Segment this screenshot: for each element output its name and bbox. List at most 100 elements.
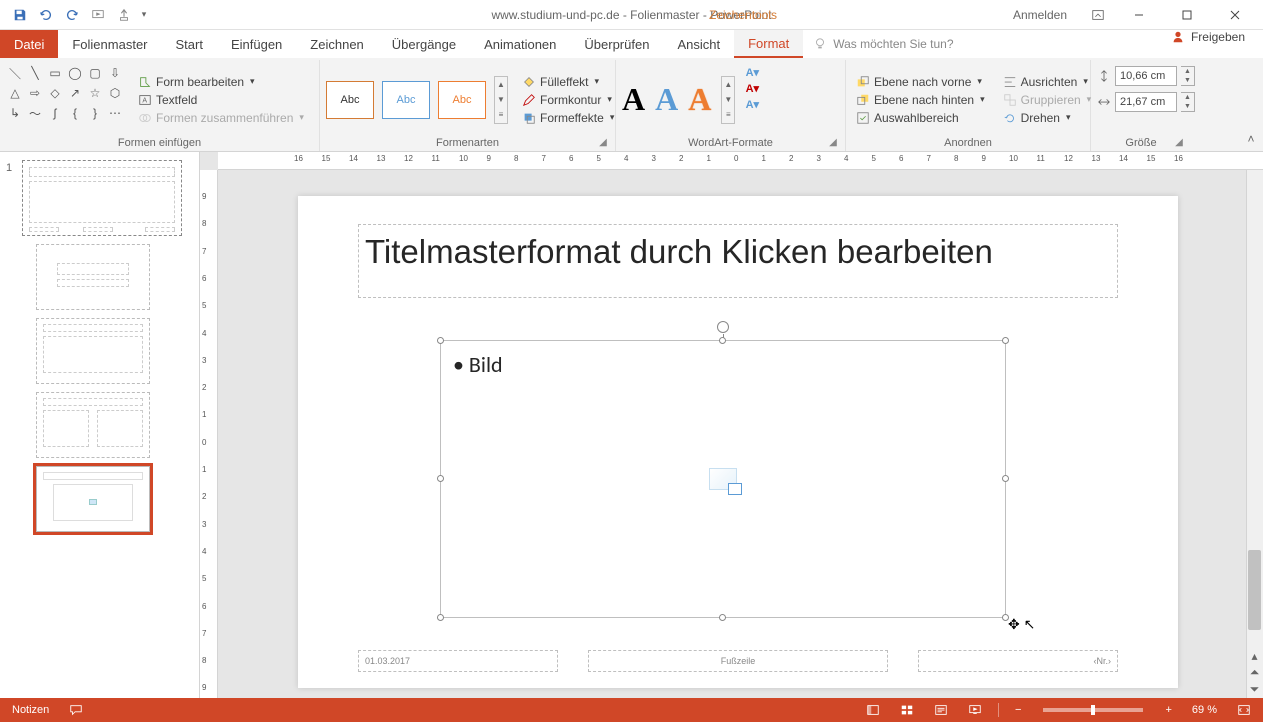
thumbnail-panel[interactable]: 1: [0, 152, 200, 698]
fit-to-window-button[interactable]: [1233, 698, 1255, 722]
date-placeholder[interactable]: 01.03.2017: [358, 650, 558, 672]
textbox-button[interactable]: A Textfeld: [134, 92, 308, 108]
layout-thumbnail-1[interactable]: [36, 244, 150, 310]
prev-slide-button[interactable]: ▴: [1246, 647, 1263, 664]
normal-view-button[interactable]: [862, 698, 884, 722]
text-fill-button[interactable]: A▾: [743, 64, 761, 80]
height-input[interactable]: 10,66 cm: [1115, 66, 1177, 86]
tab-animationen[interactable]: Animationen: [470, 30, 570, 58]
shape-connector-icon[interactable]: ↳: [6, 104, 24, 122]
shape-style-2[interactable]: Abc: [382, 81, 430, 119]
align-button[interactable]: Ausrichten▾: [999, 74, 1096, 90]
layout-thumbnail-4-selected[interactable]: [36, 466, 150, 532]
tab-einfuegen[interactable]: Einfügen: [217, 30, 296, 58]
send-backward-button[interactable]: Ebene nach hinten▾: [852, 92, 989, 108]
shape-diamond-icon[interactable]: ◇: [46, 84, 64, 102]
tab-start[interactable]: Start: [162, 30, 217, 58]
slideshow-view-button[interactable]: [964, 698, 986, 722]
shape-more-icon[interactable]: ⋯: [106, 104, 124, 122]
size-launcher[interactable]: ◢: [1173, 137, 1185, 149]
wordart-style-1[interactable]: A: [622, 81, 645, 118]
slide-number-placeholder[interactable]: ‹Nr.›: [918, 650, 1118, 672]
resize-handle-ne[interactable]: [1002, 337, 1009, 344]
shape-line-icon[interactable]: ＼: [6, 64, 24, 82]
tell-me-search[interactable]: Was möchten Sie tun?: [803, 30, 963, 58]
gallery-scroll[interactable]: ▲▼≡: [494, 76, 508, 124]
tab-uebergaenge[interactable]: Übergänge: [378, 30, 470, 58]
wordart-launcher[interactable]: ◢: [827, 137, 839, 149]
shape-freeform-icon[interactable]: ʃ: [46, 104, 64, 122]
zoom-level-label[interactable]: 69 %: [1188, 698, 1221, 722]
ribbon-display-options-button[interactable]: [1085, 2, 1111, 28]
resize-handle-sw[interactable]: [437, 614, 444, 621]
shape-brace-icon[interactable]: {: [66, 104, 84, 122]
tab-ueberpruefen[interactable]: Überprüfen: [570, 30, 663, 58]
picture-placeholder-icon[interactable]: [709, 468, 737, 490]
tab-format[interactable]: Format: [734, 30, 803, 58]
wordart-gallery-scroll[interactable]: ▲▼≡: [721, 76, 735, 124]
layout-thumbnail-3[interactable]: [36, 392, 150, 458]
resize-handle-nw[interactable]: [437, 337, 444, 344]
slide-sorter-view-button[interactable]: [896, 698, 918, 722]
resize-handle-n[interactable]: [719, 337, 726, 344]
horizontal-ruler[interactable]: 1615141312111098765432101234567891011121…: [218, 152, 1263, 170]
bring-forward-button[interactable]: Ebene nach vorne▾: [852, 74, 989, 90]
width-spinner[interactable]: ▲▼: [1181, 92, 1195, 112]
text-effects-button[interactable]: A▾: [743, 96, 761, 112]
tab-folienmaster[interactable]: Folienmaster: [58, 30, 161, 58]
body-placeholder-selected[interactable]: • Bild: [440, 340, 1006, 618]
shape-hex-icon[interactable]: ⬡: [106, 84, 124, 102]
reading-view-button[interactable]: [930, 698, 952, 722]
next-slide-dbl-button[interactable]: ⏷: [1246, 681, 1263, 698]
collapse-ribbon-button[interactable]: ˄: [1243, 131, 1259, 147]
scrollbar-thumb[interactable]: [1248, 550, 1261, 630]
comments-button[interactable]: [65, 698, 87, 722]
resize-handle-e[interactable]: [1002, 475, 1009, 482]
master-thumbnail[interactable]: [22, 160, 182, 236]
resize-handle-w[interactable]: [437, 475, 444, 482]
edit-shape-button[interactable]: Form bearbeiten▾: [134, 74, 308, 90]
resize-handle-se[interactable]: [1002, 614, 1009, 621]
zoom-out-button[interactable]: −: [1011, 698, 1025, 722]
shape-triangle-icon[interactable]: △: [6, 84, 24, 102]
selection-pane-button[interactable]: Auswahlbereich: [852, 110, 989, 126]
sign-in-button[interactable]: Anmelden: [1003, 4, 1077, 26]
shape-roundrect-icon[interactable]: ▢: [86, 64, 104, 82]
shape-style-3[interactable]: Abc: [438, 81, 486, 119]
shape-curve-icon[interactable]: 〜: [26, 104, 44, 122]
shape-styles-launcher[interactable]: ◢: [597, 137, 609, 149]
notes-button[interactable]: Notizen: [8, 698, 53, 722]
layout-thumbnail-2[interactable]: [36, 318, 150, 384]
shape-oval-icon[interactable]: ◯: [66, 64, 84, 82]
width-input[interactable]: 21,67 cm: [1115, 92, 1177, 112]
shape-effects-button[interactable]: Formeffekte▾: [518, 110, 618, 126]
rotate-button[interactable]: Drehen▾: [999, 110, 1096, 126]
shapes-gallery[interactable]: ＼ ╲ ▭ ◯ ▢ ⇩ △ ⇨ ◇ ↗ ☆ ⬡ ↳ 〜 ʃ { } ⋯: [6, 64, 124, 135]
zoom-slider[interactable]: [1043, 708, 1143, 712]
shape-arrow-down-icon[interactable]: ⇩: [106, 64, 124, 82]
tab-ansicht[interactable]: Ansicht: [663, 30, 734, 58]
resize-handle-s[interactable]: [719, 614, 726, 621]
shape-line2-icon[interactable]: ╲: [26, 64, 44, 82]
shape-outline-button[interactable]: Formkontur▾: [518, 92, 618, 108]
slide[interactable]: Titelmasterformat durch Klicken bearbeit…: [298, 196, 1178, 688]
undo-button[interactable]: [34, 3, 58, 27]
wordart-gallery[interactable]: A A A ▲▼≡: [622, 64, 735, 135]
start-from-beginning-button[interactable]: [86, 3, 110, 27]
maximize-button[interactable]: [1167, 1, 1207, 29]
shape-fill-button[interactable]: Fülleffekt▾: [518, 74, 618, 90]
wordart-style-2[interactable]: A: [655, 81, 678, 118]
redo-button[interactable]: [60, 3, 84, 27]
vertical-ruler[interactable]: 9876543210123456789: [200, 170, 218, 698]
shape-arrow-line-icon[interactable]: ↗: [66, 84, 84, 102]
close-button[interactable]: [1215, 1, 1255, 29]
qat-customize-button[interactable]: ▾: [138, 3, 150, 27]
vertical-scrollbar[interactable]: ▴ ⏶ ⏷: [1246, 170, 1263, 698]
minimize-button[interactable]: [1119, 1, 1159, 29]
prev-slide-dbl-button[interactable]: ⏶: [1246, 664, 1263, 681]
rotation-handle[interactable]: [717, 321, 729, 333]
shape-star-icon[interactable]: ☆: [86, 84, 104, 102]
wordart-style-3[interactable]: A: [688, 81, 711, 118]
shape-brace2-icon[interactable]: }: [86, 104, 104, 122]
share-button[interactable]: Freigeben: [1161, 30, 1255, 44]
